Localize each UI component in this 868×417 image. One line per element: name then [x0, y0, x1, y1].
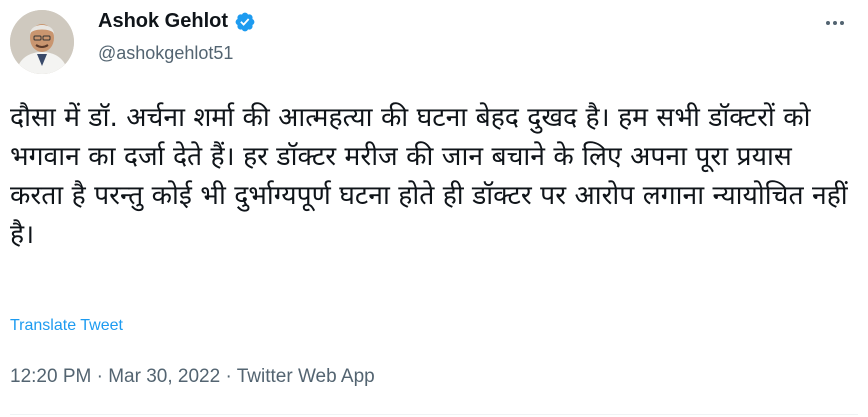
dot [826, 21, 830, 25]
author-handle[interactable]: @ashokgehlot51 [98, 43, 233, 64]
more-options-icon[interactable] [820, 12, 850, 34]
dot [840, 21, 844, 25]
profile-photo-icon [10, 10, 74, 74]
tweet-source[interactable]: Twitter Web App [237, 366, 375, 387]
separator: · [225, 366, 232, 387]
divider [10, 414, 858, 415]
dot [833, 21, 837, 25]
author-name[interactable]: Ashok Gehlot [98, 10, 228, 33]
avatar[interactable] [10, 10, 74, 74]
separator: · [96, 366, 103, 387]
tweet-date[interactable]: Mar 30, 2022 [108, 366, 220, 387]
author-row: Ashok Gehlot [98, 10, 256, 33]
tweet-time[interactable]: 12:20 PM [10, 366, 91, 387]
tweet-text: दौसा में डॉ. अर्चना शर्मा की आत्महत्या क… [10, 102, 848, 250]
tweet-card: Ashok Gehlot @ashokgehlot51 दौसा में डॉ.… [0, 0, 868, 417]
translate-tweet-link[interactable]: Translate Tweet [10, 317, 123, 335]
tweet-metadata: 12:20 PM · Mar 30, 2022 · Twitter Web Ap… [10, 366, 375, 388]
verified-badge-icon [235, 12, 255, 31]
